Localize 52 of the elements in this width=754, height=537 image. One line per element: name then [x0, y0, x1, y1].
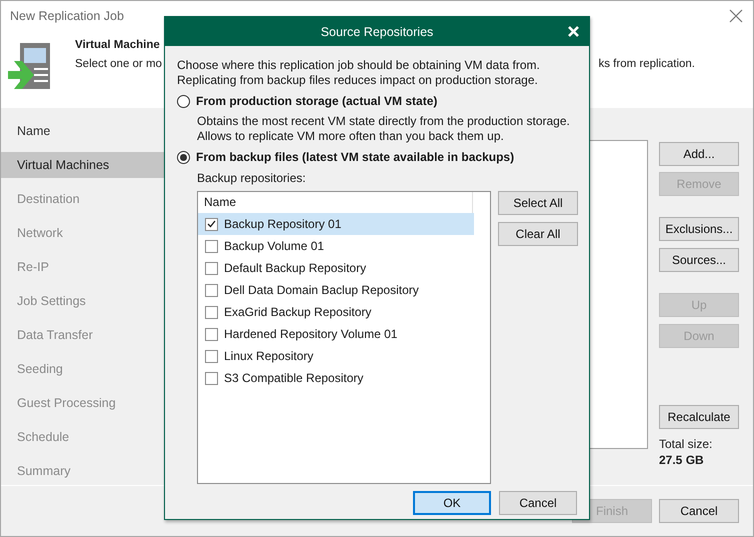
radio-label[interactable]: From production storage (actual VM state) — [196, 94, 438, 108]
repository-row[interactable]: S3 Compatible Repository — [198, 367, 474, 389]
option-description: Obtains the most recent VM state directly from the production storage. Allows to replicate VM more often than you back them up. — [197, 114, 571, 144]
page-title: Virtual Machine — [75, 39, 161, 51]
radio-label[interactable]: From backup files (latest VM state available in backups) — [196, 150, 514, 164]
repository-row[interactable]: Linux Repository — [198, 345, 474, 367]
repository-row[interactable]: Backup Repository 01 — [198, 213, 474, 235]
radio-button[interactable] — [177, 150, 190, 164]
repository-name: Backup Repository 01 — [224, 217, 342, 231]
checkbox[interactable] — [205, 328, 218, 340]
wizard-step[interactable]: Virtual Machines — [1, 152, 166, 178]
repository-name: Dell Data Domain Baclup Repository — [224, 283, 419, 297]
repository-row[interactable]: Dell Data Domain Baclup Repository — [198, 279, 474, 301]
checkbox[interactable] — [205, 284, 218, 296]
close-icon[interactable] — [729, 8, 743, 22]
repository-name: Linux Repository — [224, 349, 314, 363]
repository-row[interactable]: Hardened Repository Volume 01 — [198, 323, 474, 345]
list-button[interactable]: Select All — [498, 191, 578, 215]
footer-button[interactable]: Cancel — [659, 498, 739, 522]
dialog-button[interactable]: Cancel — [499, 491, 577, 515]
page-subtitle: ks from replication. — [598, 58, 695, 70]
checkbox[interactable] — [205, 218, 218, 230]
list-button[interactable]: Clear All — [498, 222, 578, 246]
checkbox[interactable] — [205, 306, 218, 318]
side-button[interactable]: Exclusions... — [659, 217, 739, 241]
checkbox[interactable] — [205, 350, 218, 362]
repository-row[interactable]: Default Backup Repository — [198, 257, 474, 279]
side-button[interactable]: Sources... — [659, 248, 739, 272]
window-title: New Replication Job — [10, 8, 124, 22]
repository-name: Backup Volume 01 — [224, 239, 324, 253]
checkbox[interactable] — [205, 262, 218, 274]
total-size-value: 27.5 GB — [659, 453, 705, 467]
check-icon — [207, 220, 216, 228]
server-arrow-icon — [8, 43, 52, 89]
page-subtitle: Select one or mo — [75, 58, 162, 70]
repository-name: Hardened Repository Volume 01 — [224, 327, 398, 341]
recalculate-button[interactable]: Recalculate — [659, 405, 739, 429]
repository-name: ExaGrid Backup Repository — [224, 305, 372, 319]
repository-name: Default Backup Repository — [224, 261, 366, 275]
repositories-label: Backup repositories: — [197, 171, 307, 186]
repository-name: S3 Compatible Repository — [224, 371, 364, 385]
side-button[interactable]: Add... — [659, 142, 739, 166]
checkbox[interactable] — [205, 240, 218, 252]
repository-row[interactable]: Backup Volume 01 — [198, 235, 474, 257]
wizard-step[interactable]: Name — [1, 118, 166, 144]
repository-row[interactable]: ExaGrid Backup Repository — [198, 301, 474, 323]
checkbox[interactable] — [205, 372, 218, 384]
radio-button[interactable] — [177, 94, 190, 108]
dialog-title: Source Repositories — [320, 24, 434, 38]
total-size-label: Total size: — [659, 437, 714, 451]
dialog-description: Choose where this replication job should be obtaining VM data from. Replicating from backup files reduces impact on production storage. — [177, 58, 541, 88]
dialog-button[interactable]: OK — [413, 491, 491, 515]
